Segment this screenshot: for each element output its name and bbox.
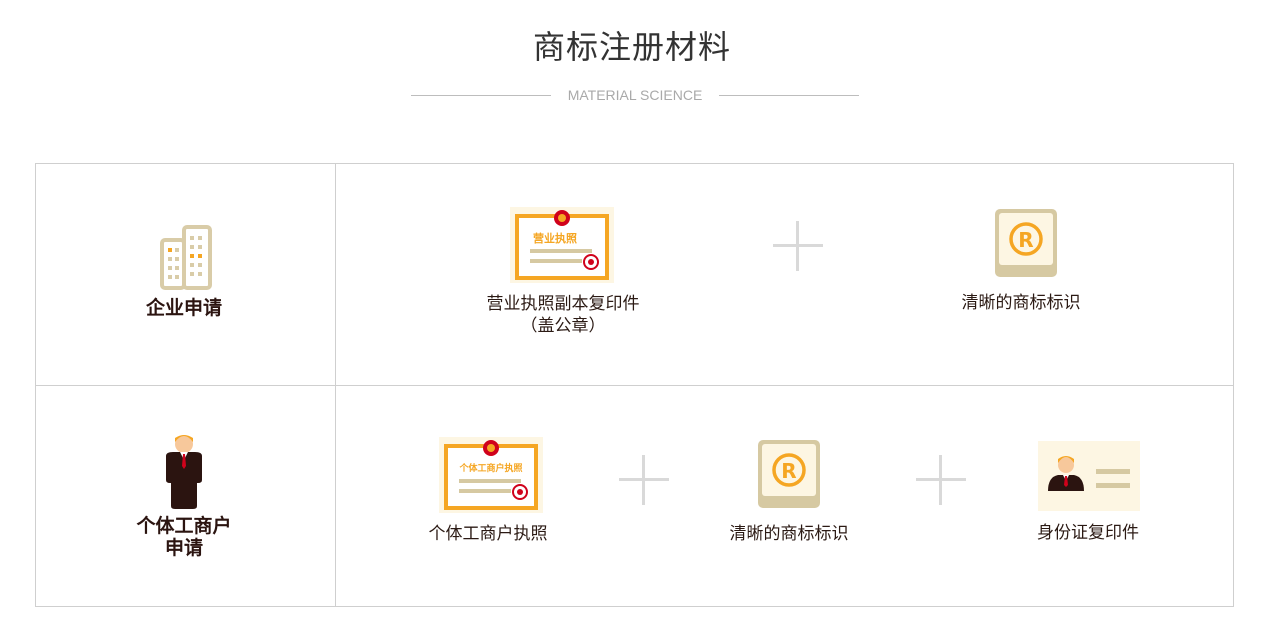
license-icon-text: 营业执照 bbox=[533, 231, 577, 245]
id-card-icon bbox=[1038, 441, 1140, 511]
item-trademark-label-2: 清晰的商标标识 bbox=[729, 524, 849, 544]
plus-icon bbox=[619, 455, 669, 505]
page-title: 商标注册材料 bbox=[532, 28, 731, 66]
materials-table: 企业申请 营业执照 营业执照副本复印件 （盖公章） R 清晰的商标标识 个体工商… bbox=[35, 163, 1234, 607]
column-divider bbox=[335, 164, 336, 606]
item-business-license-note: （盖公章） bbox=[520, 316, 606, 336]
item-id-card-label: 身份证复印件 bbox=[1037, 523, 1139, 543]
business-license-icon: 营业执照 bbox=[510, 207, 614, 283]
individual-license-icon: 个体工商户执照 bbox=[439, 437, 543, 513]
plus-icon bbox=[916, 455, 966, 505]
item-individual-license-label: 个体工商户执照 bbox=[428, 524, 548, 544]
category-individual-line2: 申请 bbox=[164, 537, 203, 559]
subtitle-block: MATERIAL SCIENCE bbox=[411, 84, 859, 106]
subtitle-divider-right bbox=[719, 95, 859, 96]
building-icon bbox=[160, 225, 212, 290]
person-icon bbox=[166, 435, 202, 509]
row-divider bbox=[36, 385, 1233, 386]
registered-trademark-icon: R bbox=[995, 209, 1057, 277]
svg-text:R: R bbox=[781, 459, 796, 483]
item-business-license-label: 营业执照副本复印件 bbox=[486, 294, 640, 314]
individual-license-icon-text: 个体工商户执照 bbox=[458, 462, 522, 474]
item-trademark-label: 清晰的商标标识 bbox=[961, 293, 1081, 313]
registered-trademark-icon: R bbox=[758, 440, 820, 508]
svg-text:R: R bbox=[1018, 228, 1033, 252]
category-enterprise: 企业申请 bbox=[145, 297, 222, 319]
plus-icon bbox=[773, 221, 823, 271]
category-individual-line1: 个体工商户 bbox=[136, 515, 232, 537]
